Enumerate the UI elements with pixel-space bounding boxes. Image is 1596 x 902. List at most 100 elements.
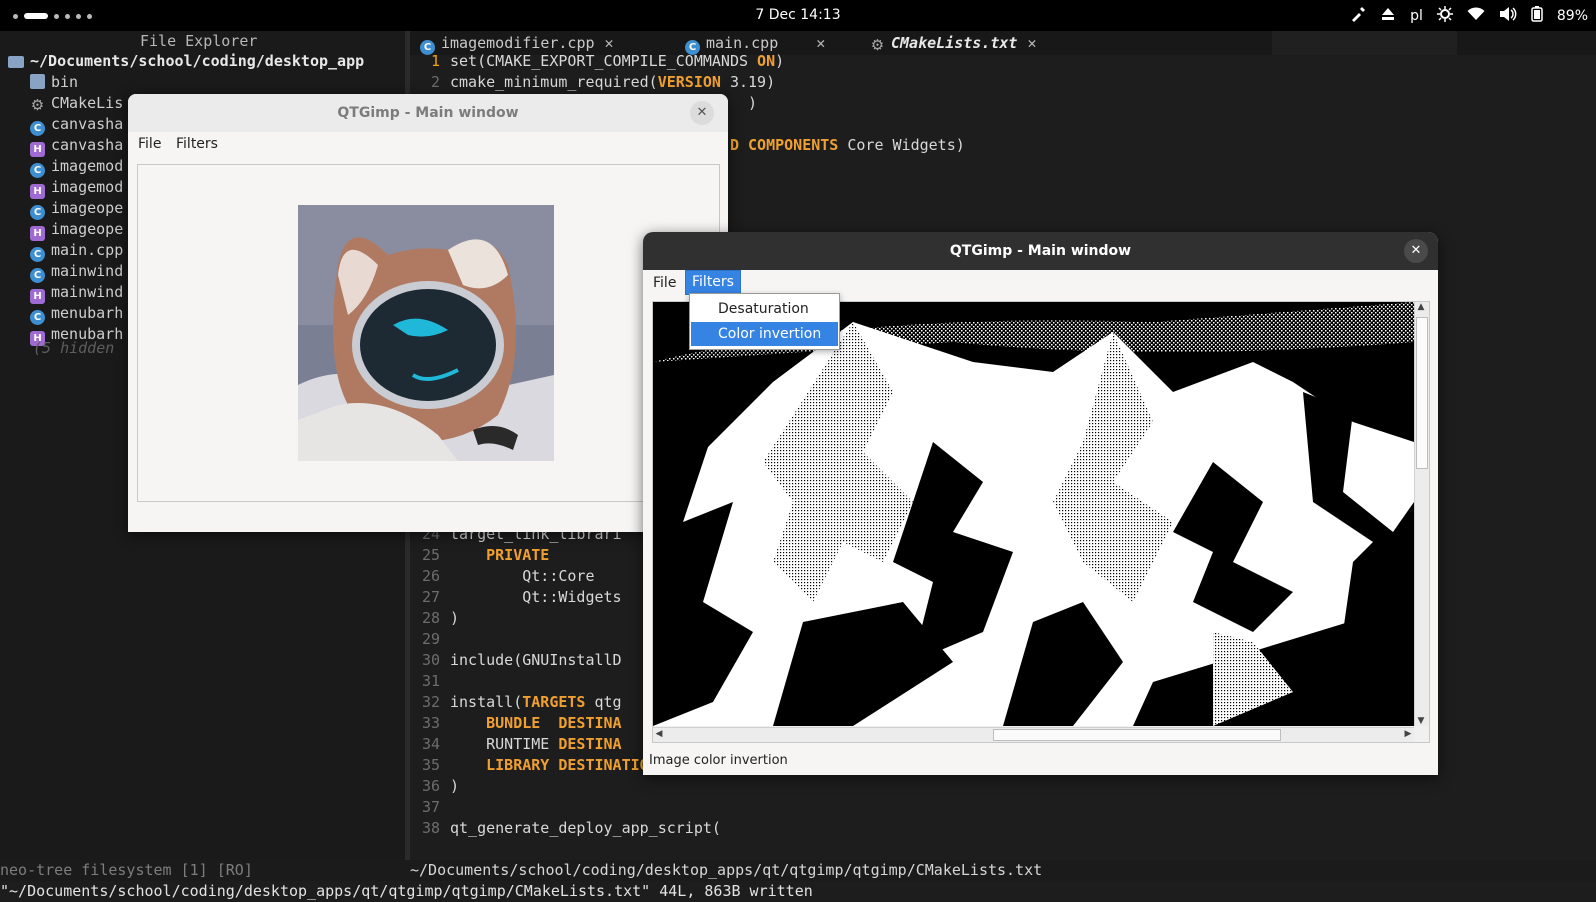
code-keyword: VERSION — [657, 73, 721, 91]
file-explorer-title: File Explorer — [140, 32, 258, 50]
menu-bar: File Filters — [643, 270, 1438, 295]
code-line[interactable]: ) — [450, 776, 459, 797]
mountain-image — [653, 302, 1414, 726]
tree-item[interactable]: Cmainwind — [30, 261, 124, 283]
tree-item[interactable]: Cimagemod — [30, 156, 124, 178]
menu-file[interactable]: File — [647, 271, 682, 296]
menu-file[interactable]: File — [132, 132, 167, 157]
window-close-button[interactable]: ✕ — [690, 101, 714, 125]
scroll-left-icon[interactable]: ◀ — [653, 729, 665, 739]
system-tray[interactable]: pl 89% — [1350, 6, 1588, 26]
code-text: Qt::Core — [450, 567, 595, 585]
menu-item-color-invertion[interactable]: Color invertion — [691, 322, 838, 346]
tree-hidden-count: (5 hidden — [33, 339, 115, 357]
window-close-button[interactable]: ✕ — [1404, 239, 1428, 263]
code-line[interactable]: qt_generate_deploy_app_script( — [450, 818, 721, 839]
cpp-file-icon: C — [30, 310, 45, 325]
tree-item[interactable]: Cimageope — [30, 198, 124, 220]
tab-cmakelists[interactable]: ⚙ CMakeLists.txt ✕ — [870, 31, 1037, 55]
tree-item-label: mainwind — [51, 262, 124, 280]
tab-close-icon[interactable]: ✕ — [1027, 34, 1036, 52]
scroll-up-icon[interactable]: ▲ — [1415, 302, 1427, 312]
gear-icon: ⚙ — [30, 96, 45, 114]
scroll-right-icon[interactable]: ▶ — [1402, 729, 1414, 739]
statusline: neo-tree filesystem [1] [RO] ~/Documents… — [0, 860, 1596, 881]
code-line[interactable]: BUNDLE DESTINA — [450, 713, 621, 734]
code-line[interactable]: Qt::Core — [450, 566, 595, 587]
code-line[interactable]: install(TARGETS qtg — [450, 692, 622, 713]
code-text: ) — [450, 777, 460, 795]
code-text: Core Widgets) — [838, 136, 965, 154]
code-text: 3.19) — [720, 73, 776, 91]
tree-item[interactable]: ⚙ CMakeLis — [30, 93, 123, 114]
menu-bar: File Filters — [128, 132, 728, 157]
folder-icon — [30, 74, 45, 89]
tree-item[interactable]: Cmenubarh — [30, 303, 124, 325]
tab-close-icon[interactable]: ✕ — [605, 34, 614, 52]
cpp-file-icon: C — [30, 247, 45, 262]
window-titlebar[interactable]: QTGimp - Main window ✕ — [643, 232, 1438, 270]
line-number: 35 — [421, 756, 440, 774]
tree-item[interactable]: Himagemod — [30, 177, 123, 199]
code-line[interactable]: PRIVATE — [450, 545, 549, 566]
header-file-icon: H — [30, 226, 45, 241]
code-keyword: TARGETS — [522, 693, 586, 711]
code-keyword: LIBRARY DESTINATION — [486, 756, 658, 774]
tree-item-label: imageope — [51, 199, 124, 217]
code-text: cmake_minimum_required( — [450, 73, 658, 91]
tree-item[interactable]: bin — [30, 72, 78, 93]
keyboard-layout[interactable]: pl — [1410, 8, 1423, 24]
code-line[interactable]: ) — [450, 608, 459, 629]
gear-icon: ⚙ — [870, 36, 885, 54]
code-text: ) — [775, 52, 785, 70]
horizontal-scrollbar[interactable]: ◀ ▶ — [653, 727, 1414, 742]
vertical-scroll-thumb[interactable] — [1416, 317, 1428, 469]
color-picker-icon[interactable] — [1350, 6, 1366, 26]
menu-item-desaturation[interactable]: Desaturation — [691, 297, 838, 321]
cpp-file-icon: C — [30, 205, 45, 220]
tree-item-label: canvasha — [51, 115, 124, 133]
statusline-filepath: ~/Documents/school/coding/desktop_apps/q… — [410, 861, 1043, 879]
code-line[interactable]: set(CMAKE_EXPORT_COMPILE_COMMANDS ON) — [450, 51, 784, 72]
command-line[interactable]: "~/Documents/school/coding/desktop_apps/… — [0, 881, 1596, 902]
filters-dropdown-menu[interactable]: Desaturation Color invertion — [689, 293, 840, 350]
line-number: 2 — [430, 73, 440, 91]
code-text: install( — [450, 693, 523, 711]
tree-item-label: CMakeLis — [51, 94, 124, 112]
tree-item-label: imageope — [51, 220, 124, 238]
top-bar: 7 Dec 14:13 pl 89% — [0, 0, 1596, 31]
eject-icon[interactable] — [1380, 6, 1396, 26]
tree-item[interactable]: Hmainwind — [30, 282, 123, 304]
window-title: QTGimp - Main window — [337, 105, 519, 121]
code-text: Qt::Widgets — [450, 588, 622, 606]
tree-item[interactable]: Hcanvasha — [30, 135, 123, 157]
menu-filters[interactable]: Filters — [170, 132, 224, 157]
qtgimp-window-inactive[interactable]: QTGimp - Main window ✕ File Filters — [128, 94, 728, 532]
tab-close-icon[interactable]: ✕ — [816, 34, 825, 52]
tab-label: main.cpp — [706, 34, 779, 52]
code-line[interactable]: cmake_minimum_required(VERSION 3.19) — [450, 72, 775, 93]
tree-item-label: menubarh — [51, 304, 124, 322]
line-number: 26 — [421, 567, 440, 585]
tree-item-label: imagemod — [51, 157, 124, 175]
tree-item[interactable]: Cmain.cpp — [30, 240, 123, 262]
cpp-file-icon: C — [30, 163, 45, 178]
menu-filters[interactable]: Filters — [685, 270, 741, 295]
code-text: RUNTIME — [450, 735, 559, 753]
tab-label: imagemodifier.cpp — [441, 34, 595, 52]
scroll-down-icon[interactable]: ▼ — [1415, 716, 1427, 726]
vertical-scrollbar[interactable]: ▲ ▼ — [1414, 302, 1429, 726]
code-line[interactable]: include(GNUInstallD — [450, 650, 622, 671]
horizontal-scroll-thumb[interactable] — [993, 729, 1281, 741]
tree-item[interactable]: Ccanvasha — [30, 114, 124, 136]
code-line[interactable]: RUNTIME DESTINA — [450, 734, 621, 755]
code-keyword: ON — [757, 52, 776, 70]
image-canvas[interactable]: ▲ ▼ ◀ ▶ — [652, 301, 1430, 743]
statusline-left: neo-tree filesystem [1] [RO] — [0, 861, 253, 879]
code-line[interactable]: Qt::Widgets — [450, 587, 622, 608]
image-canvas[interactable] — [137, 164, 720, 502]
tree-item[interactable]: Himageope — [30, 219, 124, 241]
tree-root[interactable]: ~/Documents/school/coding/desktop_app — [8, 51, 364, 72]
window-titlebar[interactable]: QTGimp - Main window ✕ — [128, 94, 728, 132]
